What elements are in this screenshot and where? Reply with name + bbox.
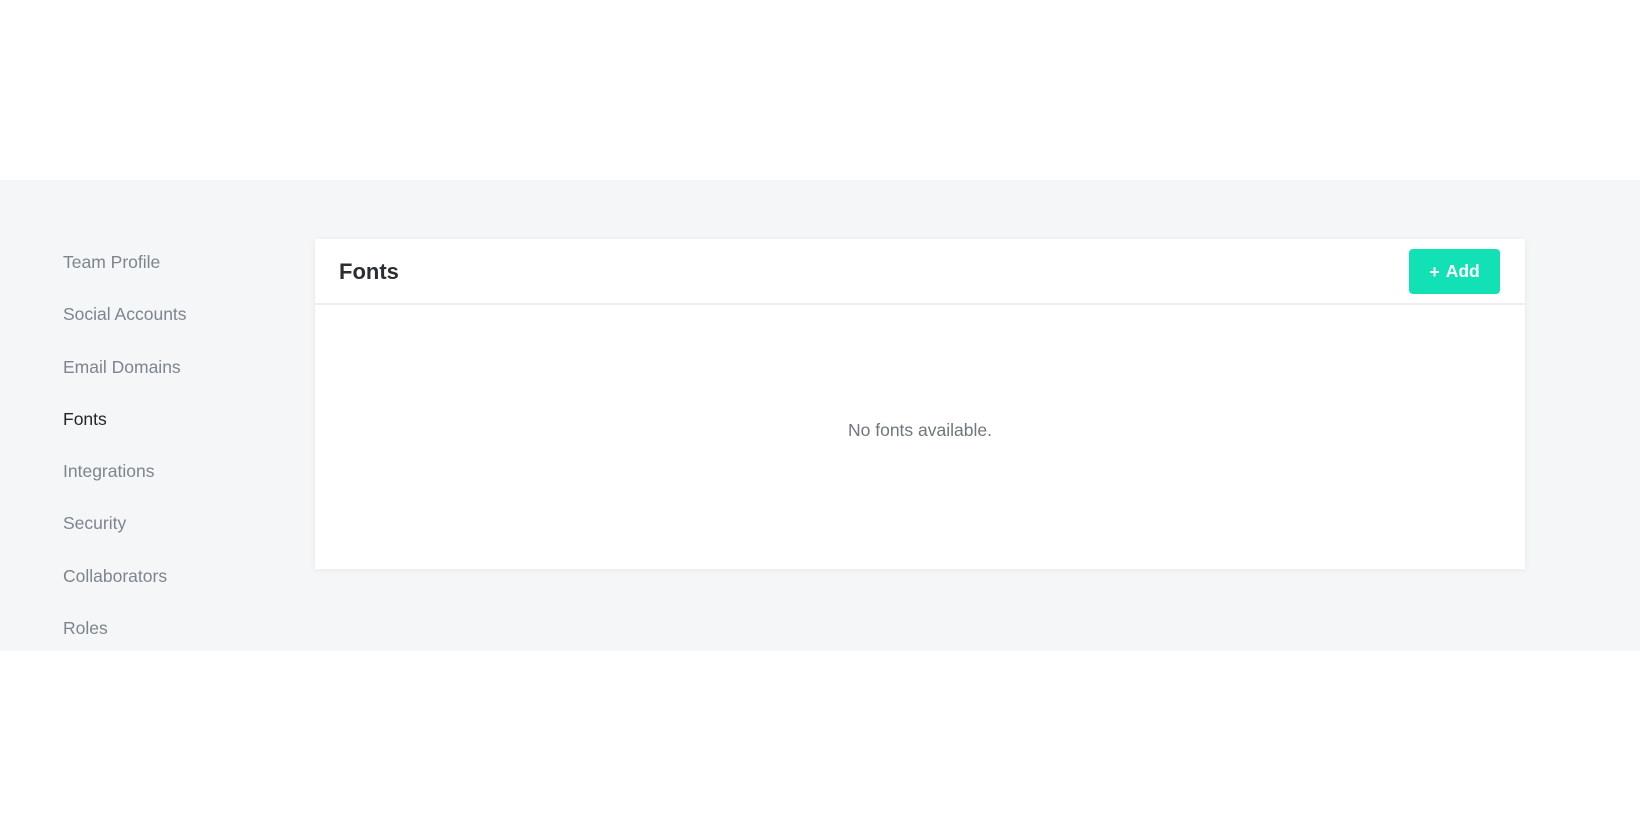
- page: Team Profile Social Accounts Email Domai…: [0, 0, 1640, 832]
- plus-icon: +: [1429, 261, 1440, 282]
- add-button-label: Add: [1445, 261, 1480, 281]
- sidebar-item-email-domains[interactable]: Email Domains: [63, 341, 283, 393]
- page-title: Fonts: [339, 259, 399, 284]
- sidebar-item-integrations[interactable]: Integrations: [63, 445, 283, 497]
- empty-state-message: No fonts available.: [848, 420, 992, 440]
- fonts-panel: Fonts + Add No fonts available.: [315, 239, 1525, 569]
- sidebar-item-collaborators[interactable]: Collaborators: [63, 550, 283, 602]
- sidebar-item-security[interactable]: Security: [63, 497, 283, 549]
- fonts-list: No fonts available.: [315, 305, 1525, 567]
- sidebar-item-roles[interactable]: Roles: [63, 602, 283, 654]
- sidebar-item-team-profile[interactable]: Team Profile: [63, 236, 283, 288]
- fonts-panel-header: Fonts + Add: [315, 239, 1525, 305]
- add-font-button[interactable]: + Add: [1409, 249, 1500, 294]
- sidebar-item-social-accounts[interactable]: Social Accounts: [63, 288, 283, 340]
- sidebar-item-fonts[interactable]: Fonts: [63, 393, 283, 445]
- settings-sidebar: Team Profile Social Accounts Email Domai…: [63, 236, 283, 654]
